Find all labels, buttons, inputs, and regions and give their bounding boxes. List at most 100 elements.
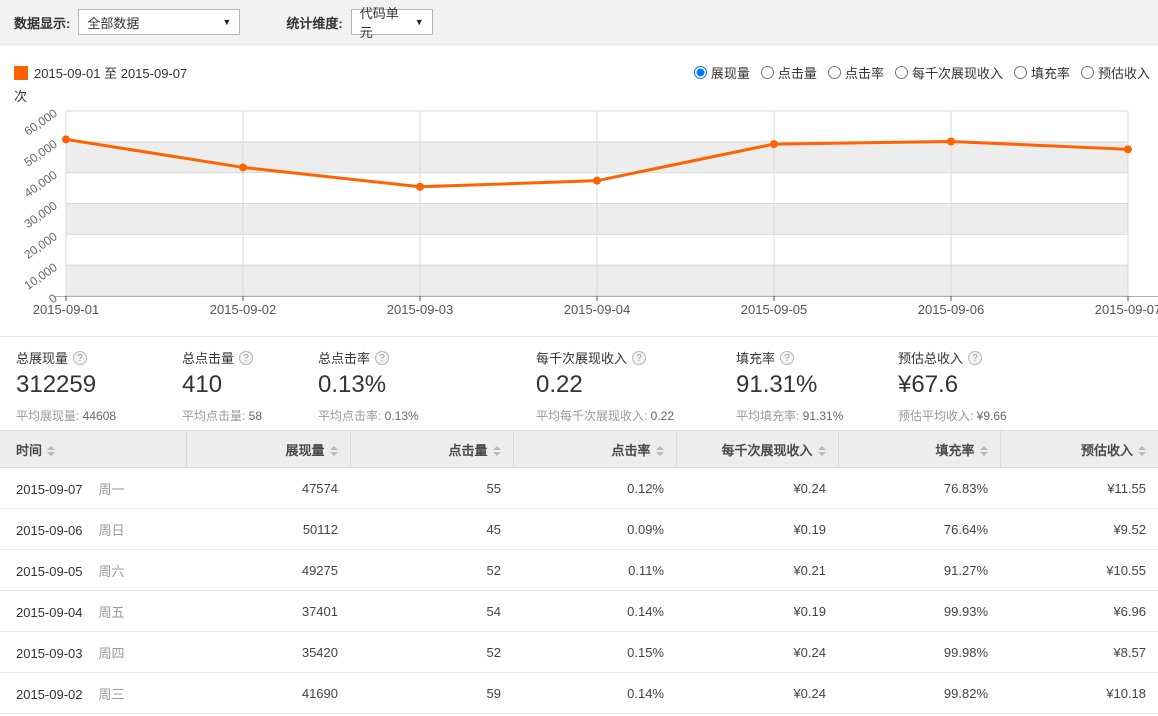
stat-value: 0.13%: [318, 371, 536, 399]
table-header-impressions[interactable]: 展现量: [186, 431, 350, 468]
metric-option-5[interactable]: 填充率: [1014, 63, 1070, 82]
metric-option-1[interactable]: 展现量: [694, 63, 750, 82]
table-header-time[interactable]: 时间: [0, 431, 186, 468]
cell-ctr: 0.14%: [513, 673, 676, 714]
table-header-rpm[interactable]: 每千次展现收入: [676, 431, 838, 468]
data-display-select[interactable]: 全部数据 ▼: [78, 9, 240, 35]
header-label: 点击量: [448, 443, 487, 458]
cell-impressions: 41690: [186, 673, 350, 714]
cell-date: 2015-09-02: [16, 687, 83, 702]
stat-average-label: 预估平均收入:: [898, 409, 977, 423]
cell-clicks: 45: [350, 509, 513, 550]
sort-icon[interactable]: [1138, 446, 1146, 456]
table-header-clicks[interactable]: 点击量: [350, 431, 513, 468]
cell-time: 2015-09-02周三: [0, 673, 186, 714]
svg-text:2015-09-05: 2015-09-05: [741, 302, 808, 317]
cell-clicks: 55: [350, 468, 513, 509]
metric-option-2[interactable]: 点击量: [761, 63, 817, 82]
sort-down-icon: [493, 452, 501, 456]
help-icon[interactable]: ?: [375, 351, 389, 365]
sort-icon[interactable]: [818, 446, 826, 456]
stat-block-4: 每千次展现收入?0.22平均每千次展现收入: 0.22: [536, 348, 736, 430]
cell-clicks: 52: [350, 632, 513, 673]
cell-impressions: 49275: [186, 550, 350, 591]
metric-radio-label: 填充率: [1031, 63, 1070, 82]
sort-icon[interactable]: [656, 446, 664, 456]
cell-weekday: 周一: [99, 482, 125, 497]
metric-radio-group: 展现量点击量点击率 每千次展现收入 填充率 预估收入: [683, 63, 1150, 82]
svg-text:50,000: 50,000: [22, 137, 60, 170]
stat-average: 平均填充率: 91.31%: [736, 407, 898, 424]
stat-average-label: 平均展现量:: [16, 409, 83, 423]
sort-down-icon: [1138, 452, 1146, 456]
data-table-body: 2015-09-07周一47574550.12%¥0.2476.83%¥11.5…: [0, 468, 1158, 714]
cell-date: 2015-09-03: [16, 646, 83, 661]
stat-block-5: 填充率? 91.31%平均填充率: 91.31%: [736, 348, 898, 430]
cell-ctr: 0.11%: [513, 550, 676, 591]
dimension-value: 代码单元: [360, 3, 409, 41]
cell-impressions: 37401: [186, 591, 350, 632]
metric-radio-label: 每千次展现收入: [912, 63, 1003, 82]
stat-title-text: 填充率: [736, 348, 775, 367]
sort-down-icon: [818, 452, 826, 456]
table-header-fill_rate[interactable]: 填充率: [838, 431, 1000, 468]
data-display-value: 全部数据: [87, 13, 139, 32]
sort-up-icon: [656, 446, 664, 450]
summary-stats: 总展现量?312259平均展现量: 44608总点击量?410平均点击量: 58…: [0, 336, 1158, 430]
cell-revenue: ¥10.55: [1000, 550, 1158, 591]
table-row: 2015-09-07周一47574550.12%¥0.2476.83%¥11.5…: [0, 468, 1158, 509]
dimension-select[interactable]: 代码单元 ▼: [351, 9, 433, 35]
metric-radio[interactable]: [694, 66, 707, 79]
sort-up-icon: [980, 446, 988, 450]
metric-radio[interactable]: [761, 66, 774, 79]
stat-average-value: 0.13%: [385, 409, 419, 423]
cell-rpm: ¥0.24: [676, 632, 838, 673]
cell-rpm: ¥0.21: [676, 550, 838, 591]
stat-value: 410: [182, 371, 318, 399]
metric-option-4[interactable]: 每千次展现收入: [895, 63, 1003, 82]
legend-swatch-icon: [14, 66, 28, 80]
stat-average: 预估平均收入: ¥9.66: [898, 407, 1158, 424]
help-icon[interactable]: ?: [239, 351, 253, 365]
header-label: 每千次展现收入: [721, 443, 812, 458]
cell-date: 2015-09-05: [16, 564, 83, 579]
sort-icon[interactable]: [330, 446, 338, 456]
cell-clicks: 52: [350, 550, 513, 591]
stat-value: ¥67.6: [898, 371, 1158, 399]
help-icon[interactable]: ?: [780, 351, 794, 365]
sort-down-icon: [47, 452, 55, 456]
sort-icon[interactable]: [493, 446, 501, 456]
cell-rpm: ¥0.19: [676, 591, 838, 632]
cell-weekday: 周四: [99, 646, 125, 661]
metric-radio-label: 预估收入: [1098, 63, 1150, 82]
chart-legend: 2015-09-01 至 2015-09-07: [14, 63, 187, 82]
cell-fill_rate: 99.93%: [838, 591, 1000, 632]
cell-revenue: ¥8.57: [1000, 632, 1158, 673]
sort-icon[interactable]: [47, 446, 55, 456]
cell-revenue: ¥9.52: [1000, 509, 1158, 550]
metric-radio[interactable]: [1014, 66, 1027, 79]
table-row: 2015-09-04周五37401540.14%¥0.1999.93%¥6.96: [0, 591, 1158, 632]
sort-icon[interactable]: [980, 446, 988, 456]
metric-option-6[interactable]: 预估收入: [1081, 63, 1150, 82]
metric-radio[interactable]: [1081, 66, 1094, 79]
table-header-revenue[interactable]: 预估收入: [1000, 431, 1158, 468]
table-header-ctr[interactable]: 点击率: [513, 431, 676, 468]
svg-text:2015-09-03: 2015-09-03: [387, 302, 454, 317]
help-icon[interactable]: ?: [632, 351, 646, 365]
stat-average-label: 平均填充率:: [736, 409, 803, 423]
cell-revenue: ¥11.55: [1000, 468, 1158, 509]
sort-up-icon: [47, 446, 55, 450]
cell-time: 2015-09-05周六: [0, 550, 186, 591]
stat-average-value: 91.31%: [803, 409, 844, 423]
metric-radio[interactable]: [895, 66, 908, 79]
cell-ctr: 0.09%: [513, 509, 676, 550]
table-row: 2015-09-05周六49275520.11%¥0.2191.27%¥10.5…: [0, 550, 1158, 591]
help-icon[interactable]: ?: [968, 351, 982, 365]
metric-option-3[interactable]: 点击率: [828, 63, 884, 82]
sort-down-icon: [330, 452, 338, 456]
metric-radio[interactable]: [828, 66, 841, 79]
help-icon[interactable]: ?: [73, 351, 87, 365]
cell-impressions: 50112: [186, 509, 350, 550]
stat-value: 312259: [16, 371, 182, 399]
